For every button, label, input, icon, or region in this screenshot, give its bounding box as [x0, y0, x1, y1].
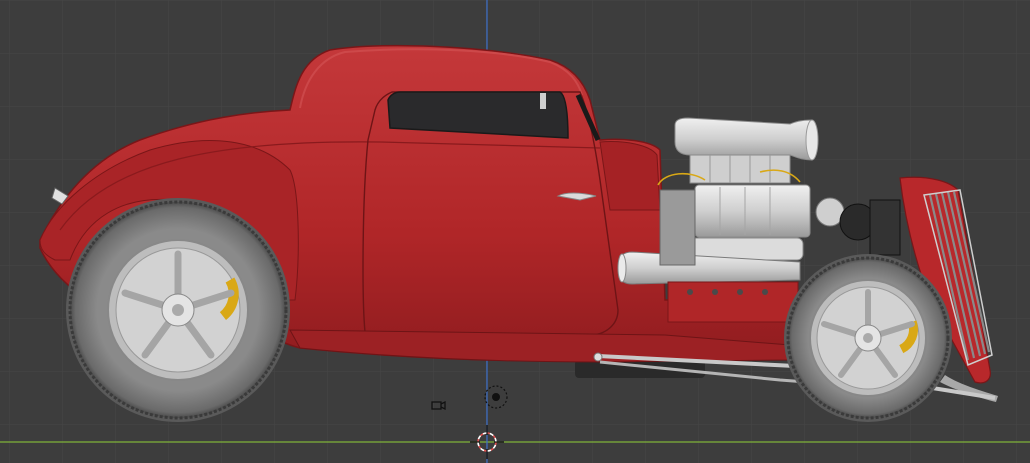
3d-viewport[interactable]: [0, 0, 1030, 463]
mirror-post: [540, 93, 546, 109]
injectors: [689, 154, 791, 184]
supercharger: [694, 184, 811, 238]
air-scoop: [674, 117, 813, 161]
viewport-canvas[interactable]: [0, 0, 1030, 463]
front-wheel[interactable]: [784, 254, 952, 422]
undercarriage: [575, 360, 705, 378]
rear-wheel[interactable]: [66, 198, 290, 422]
